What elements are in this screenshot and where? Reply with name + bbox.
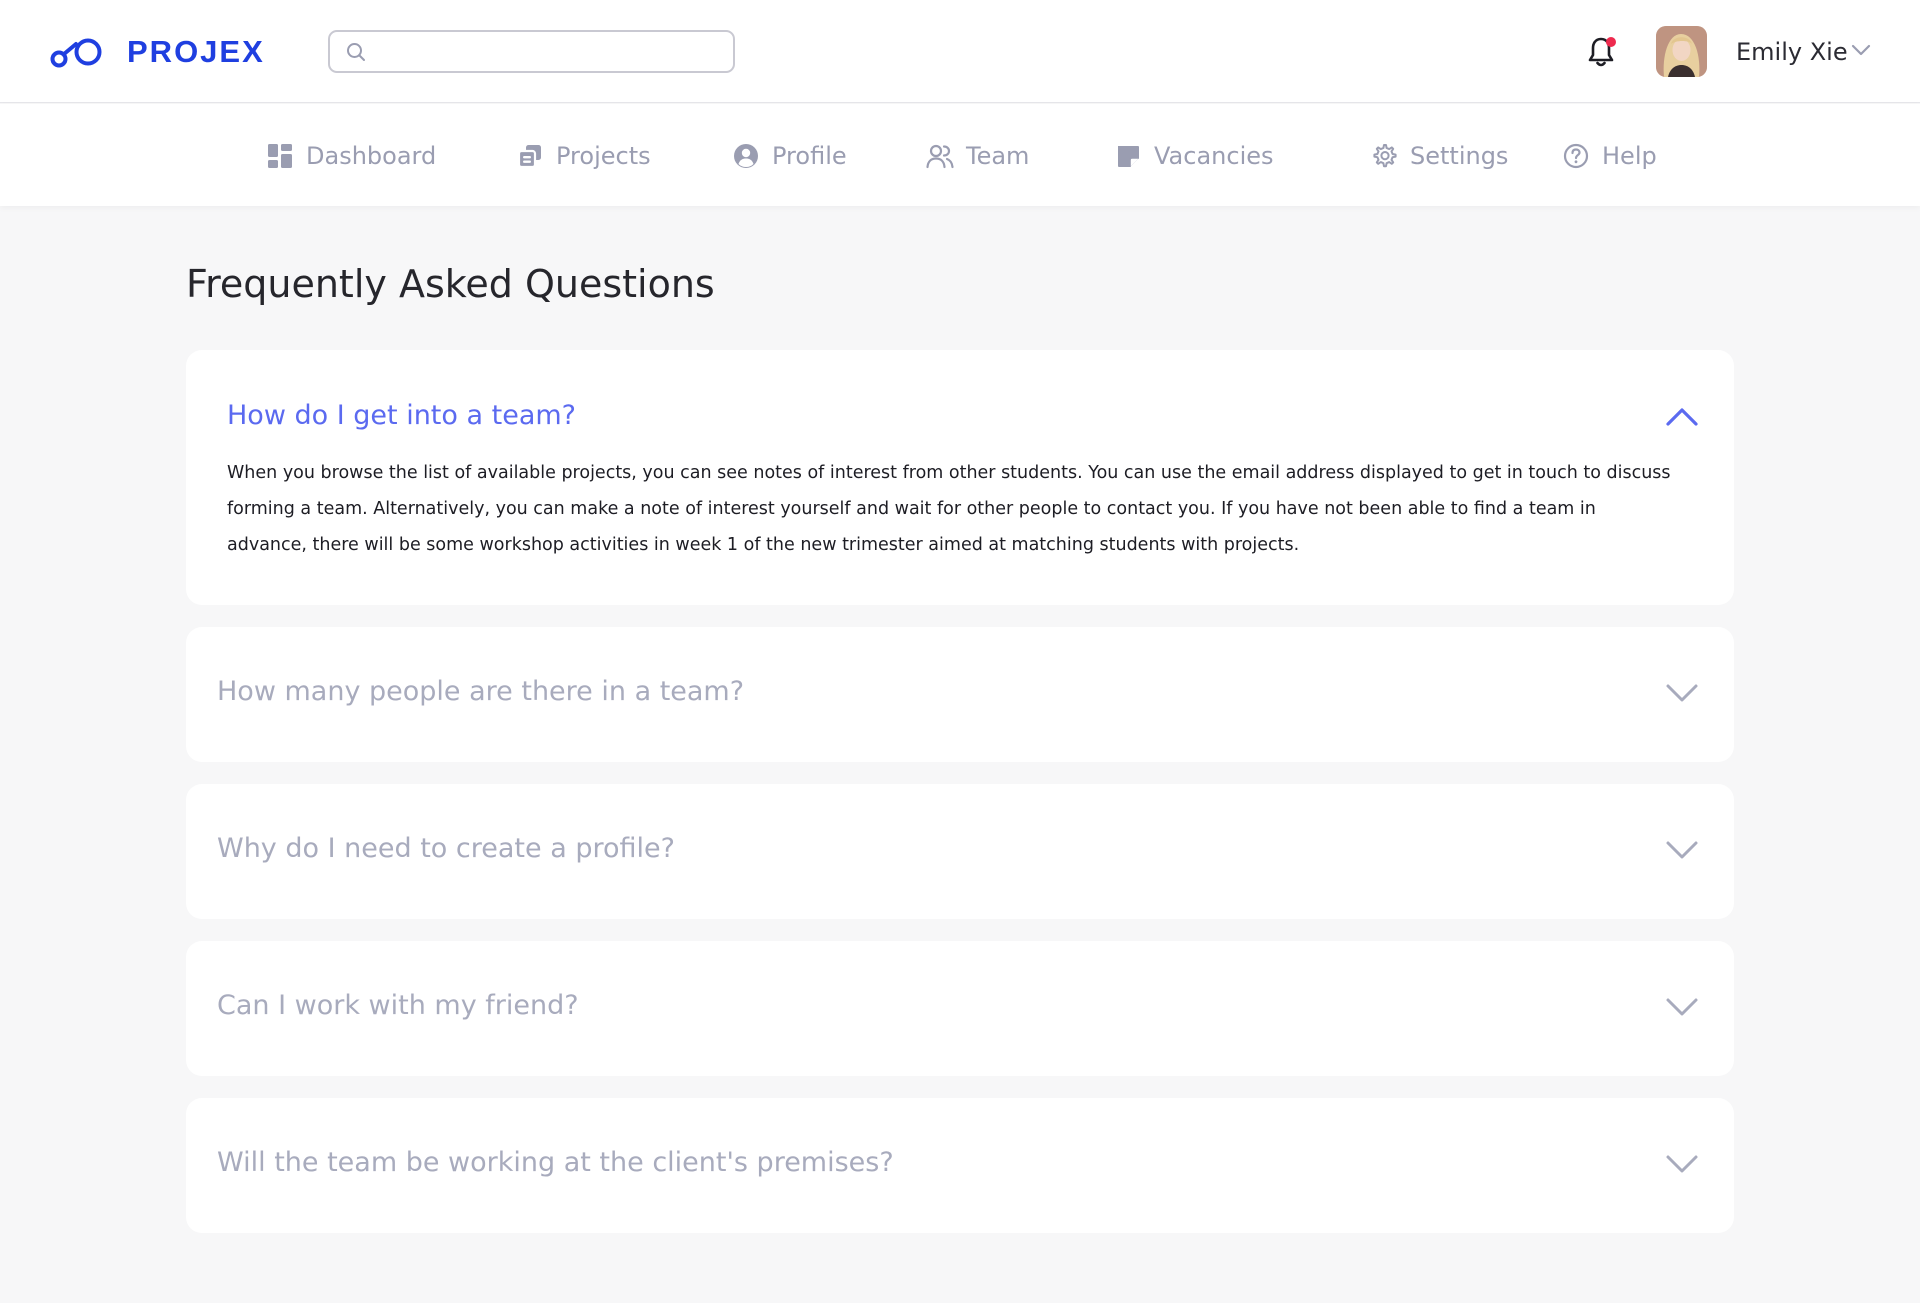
nav-item-settings[interactable]: Settings [1370,142,1508,170]
main-nav: Dashboard Projects Profile Team Vacancie… [0,104,1920,206]
nav-item-help[interactable]: Help [1562,142,1657,170]
nav-label-projects: Projects [556,142,651,170]
nav-label-settings: Settings [1410,142,1509,170]
faq-question[interactable]: Can I work with my friend? [217,990,579,1021]
faq-answer: When you browse the list of available pr… [227,463,1671,555]
help-icon [1562,142,1590,170]
nav-item-projects[interactable]: Projects [516,142,651,170]
vacancies-icon [1114,142,1142,170]
chevron-up-icon[interactable] [1665,407,1699,431]
nav-label-help: Help [1602,142,1657,170]
user-name[interactable]: Emily Xie [1736,38,1848,66]
search-icon [347,42,365,61]
nav-item-profile[interactable]: Profile [732,142,847,170]
settings-icon [1370,142,1398,170]
faq-question[interactable]: How do I get into a team? [227,400,576,431]
chevron-down-icon[interactable] [1665,1154,1699,1178]
top-bar: PROJEX Emily Xie [0,0,1920,103]
avatar[interactable] [1656,26,1707,77]
page-title: Frequently Asked Questions [186,262,715,306]
faq-item[interactable]: Can I work with my friend? [186,941,1734,1076]
chevron-down-icon[interactable] [1665,683,1699,707]
faq-item[interactable]: Will the team be working at the client's… [186,1098,1734,1233]
search-input[interactable] [376,35,733,68]
dashboard-icon [266,142,294,170]
faq-question[interactable]: How many people are there in a team? [217,676,744,707]
nav-item-team[interactable]: Team [926,142,1029,170]
nav-label-dashboard: Dashboard [306,142,437,170]
nav-label-team: Team [966,142,1030,170]
faq-question[interactable]: Will the team be working at the client's… [217,1147,894,1178]
nav-label-vacancies: Vacancies [1154,142,1274,170]
brand-name: PROJEX [127,34,265,69]
projects-icon [516,142,544,170]
faq-question[interactable]: Why do I need to create a profile? [217,833,675,864]
nav-label-profile: Profile [772,142,847,170]
notification-badge [1606,37,1616,47]
logo-icon [50,38,102,68]
profile-icon [732,142,760,170]
team-icon [926,142,954,170]
faq-item[interactable]: How many people are there in a team? [186,627,1734,762]
faq-item[interactable]: Why do I need to create a profile? [186,784,1734,919]
user-menu-chevron-icon[interactable] [1851,42,1871,61]
brand-logo[interactable]: PROJEX [49,34,265,70]
chevron-down-icon[interactable] [1665,997,1699,1021]
nav-item-vacancies[interactable]: Vacancies [1114,142,1274,170]
nav-item-dashboard[interactable]: Dashboard [266,142,436,170]
chevron-down-icon[interactable] [1665,840,1699,864]
faq-item[interactable]: How do I get into a team? When you brows… [186,350,1734,605]
search-box[interactable] [328,30,735,73]
